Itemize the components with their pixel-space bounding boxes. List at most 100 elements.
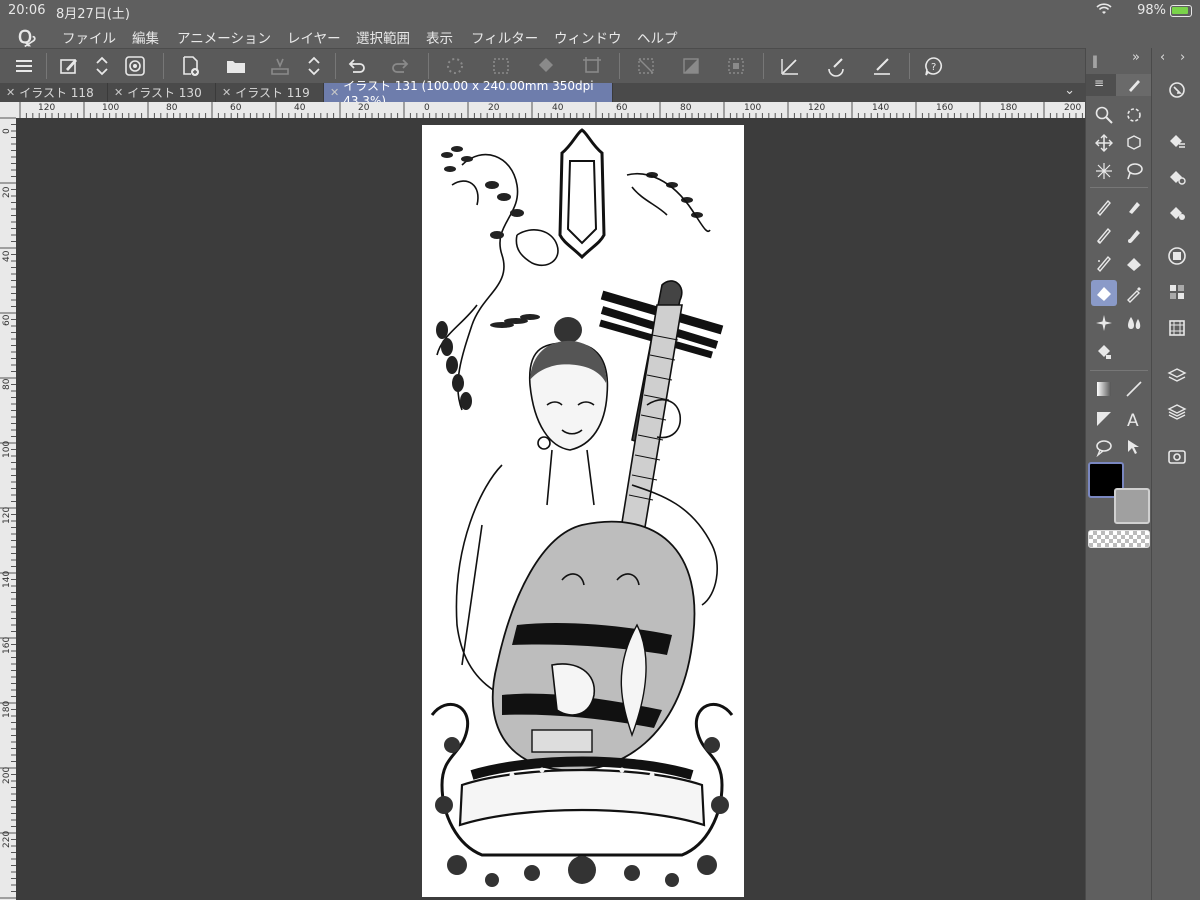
ruler-label: 0	[424, 103, 430, 113]
color-set-icon[interactable]	[1165, 280, 1189, 304]
menu-layer[interactable]: レイヤー	[287, 27, 341, 47]
layer-property-icon[interactable]	[1165, 364, 1189, 388]
menu-filter[interactable]: フィルター	[471, 27, 538, 47]
updown-arrows-icon[interactable]	[88, 53, 116, 79]
eraser-icon[interactable]	[1091, 280, 1117, 306]
selection-dotted-icon[interactable]	[487, 53, 515, 79]
tab-illust-130[interactable]: ✕ イラスト 130	[108, 83, 216, 102]
ruler-label: 100	[2, 440, 12, 458]
navigator-icon[interactable]	[1165, 78, 1189, 102]
double-chevron-right-icon[interactable]: »	[1132, 50, 1140, 65]
panel-grip-icon[interactable]: ‖	[1092, 54, 1098, 68]
save-icon[interactable]	[266, 53, 294, 79]
lasso-icon[interactable]	[1121, 158, 1147, 184]
transparent-color-swatch[interactable]	[1088, 530, 1150, 548]
menu-help[interactable]: ヘルプ	[637, 27, 678, 47]
menu-animation[interactable]: アニメーション	[177, 27, 271, 47]
invert-selection-icon[interactable]	[677, 53, 705, 79]
color-wheel-icon[interactable]	[1165, 244, 1189, 268]
snap-to-special-ruler-icon[interactable]	[822, 53, 850, 79]
ruler-label: 160	[2, 636, 12, 654]
close-icon[interactable]: ✕	[330, 86, 339, 99]
canvas-paper[interactable]	[422, 125, 744, 897]
tool-property-icon[interactable]	[1165, 128, 1189, 152]
decoration-icon[interactable]	[1121, 250, 1147, 276]
menu-edit[interactable]: 編集	[132, 27, 159, 47]
rotate-icon[interactable]	[1121, 102, 1147, 128]
fill-icon[interactable]	[1091, 338, 1117, 364]
layers-icon[interactable]	[1165, 400, 1189, 424]
snap-to-grid-icon[interactable]	[868, 53, 896, 79]
menu-window[interactable]: ウィンドウ	[554, 27, 622, 47]
text-icon[interactable]: A	[1121, 406, 1147, 432]
eyedropper-icon[interactable]	[1121, 280, 1147, 306]
palette-menu-icon[interactable]: ≡	[1094, 76, 1104, 90]
ruler-label: 140	[872, 103, 890, 113]
gradient-icon[interactable]	[1091, 376, 1117, 402]
status-time: 20:06	[8, 3, 46, 18]
updown-arrows-icon[interactable]	[300, 53, 328, 79]
line-icon[interactable]	[1121, 376, 1147, 402]
animation-timeline-icon[interactable]	[1165, 316, 1189, 340]
sub-tool-detail-icon[interactable]	[1165, 200, 1189, 224]
close-icon[interactable]: ✕	[6, 86, 15, 99]
ruler-label: 180	[1000, 103, 1018, 113]
brush-icon[interactable]	[1121, 222, 1147, 248]
fill-bucket-icon[interactable]	[532, 53, 560, 79]
operation-icon[interactable]	[1121, 434, 1147, 460]
svg-text:A: A	[1127, 411, 1139, 429]
hamburger-menu-icon[interactable]	[10, 53, 38, 79]
balloon-icon[interactable]	[1091, 434, 1117, 460]
pencil-icon[interactable]	[1091, 222, 1117, 248]
menu-selection[interactable]: 選択範囲	[356, 27, 410, 47]
tab-label: イラスト 119	[235, 86, 310, 100]
chevron-right-icon[interactable]: ›	[1180, 50, 1185, 65]
chevron-down-icon[interactable]: ⌄	[1064, 83, 1075, 98]
open-folder-icon[interactable]	[222, 53, 250, 79]
ruler-snap-icon[interactable]	[776, 53, 804, 79]
ruler-label: 120	[2, 506, 12, 524]
move-icon[interactable]	[1091, 130, 1117, 156]
material-camera-icon[interactable]	[1165, 444, 1189, 468]
pen-icon[interactable]	[1091, 194, 1117, 220]
brush-size-icon[interactable]	[1165, 164, 1189, 188]
select-area-icon[interactable]	[722, 53, 750, 79]
menu-view[interactable]: 表示	[426, 27, 453, 47]
brush-tab-icon[interactable]	[1116, 74, 1152, 96]
tab-illust-118[interactable]: ✕ イラスト 118	[0, 83, 108, 102]
ruler-label: 40	[552, 103, 564, 113]
ruler-label: 180	[2, 700, 12, 718]
blend-icon[interactable]	[1121, 310, 1147, 336]
ruler-label: 140	[2, 570, 12, 588]
ruler-label: 160	[936, 103, 954, 113]
ruler-label: 200	[2, 766, 12, 784]
close-icon[interactable]: ✕	[114, 86, 123, 99]
zoom-icon[interactable]	[1091, 102, 1117, 128]
chevron-left-icon[interactable]: ‹	[1160, 50, 1165, 65]
palette-strip: ‹ ›	[1151, 48, 1200, 900]
menu-bar: Ꝙ ファイル 編集 アニメーション レイヤー 選択範囲 表示 フィルター ウィン…	[0, 22, 1200, 48]
undo-icon[interactable]	[342, 53, 370, 79]
sparkle-icon[interactable]	[1091, 310, 1117, 336]
close-icon[interactable]: ✕	[222, 86, 231, 99]
new-file-icon[interactable]	[176, 53, 204, 79]
object-select-icon[interactable]	[1121, 130, 1147, 156]
transform-icon[interactable]	[578, 53, 606, 79]
status-bar: 20:06 8月27日(土) 98%	[0, 0, 1200, 22]
sub-color-swatch[interactable]	[1114, 488, 1150, 524]
help-bubble-icon[interactable]: ?	[920, 53, 948, 79]
loading-icon[interactable]	[441, 53, 469, 79]
marker-icon[interactable]	[1121, 194, 1147, 220]
tab-illust-119[interactable]: ✕ イラスト 119	[216, 83, 324, 102]
companion-mode-icon[interactable]	[121, 53, 149, 79]
figure-icon[interactable]	[1091, 406, 1117, 432]
airbrush-icon[interactable]	[1091, 250, 1117, 276]
edit-canvas-icon[interactable]	[55, 53, 83, 79]
deselect-icon[interactable]	[632, 53, 660, 79]
app-logo-icon[interactable]: Ꝙ	[18, 25, 35, 49]
battery-percentage: 98%	[1137, 3, 1166, 18]
auto-select-wand-icon[interactable]	[1091, 158, 1117, 184]
redo-icon[interactable]	[387, 53, 415, 79]
tab-illust-131[interactable]: ✕ イラスト 131 (100.00 x 240.00mm 350dpi 43.…	[324, 79, 613, 108]
menu-file[interactable]: ファイル	[62, 27, 116, 47]
